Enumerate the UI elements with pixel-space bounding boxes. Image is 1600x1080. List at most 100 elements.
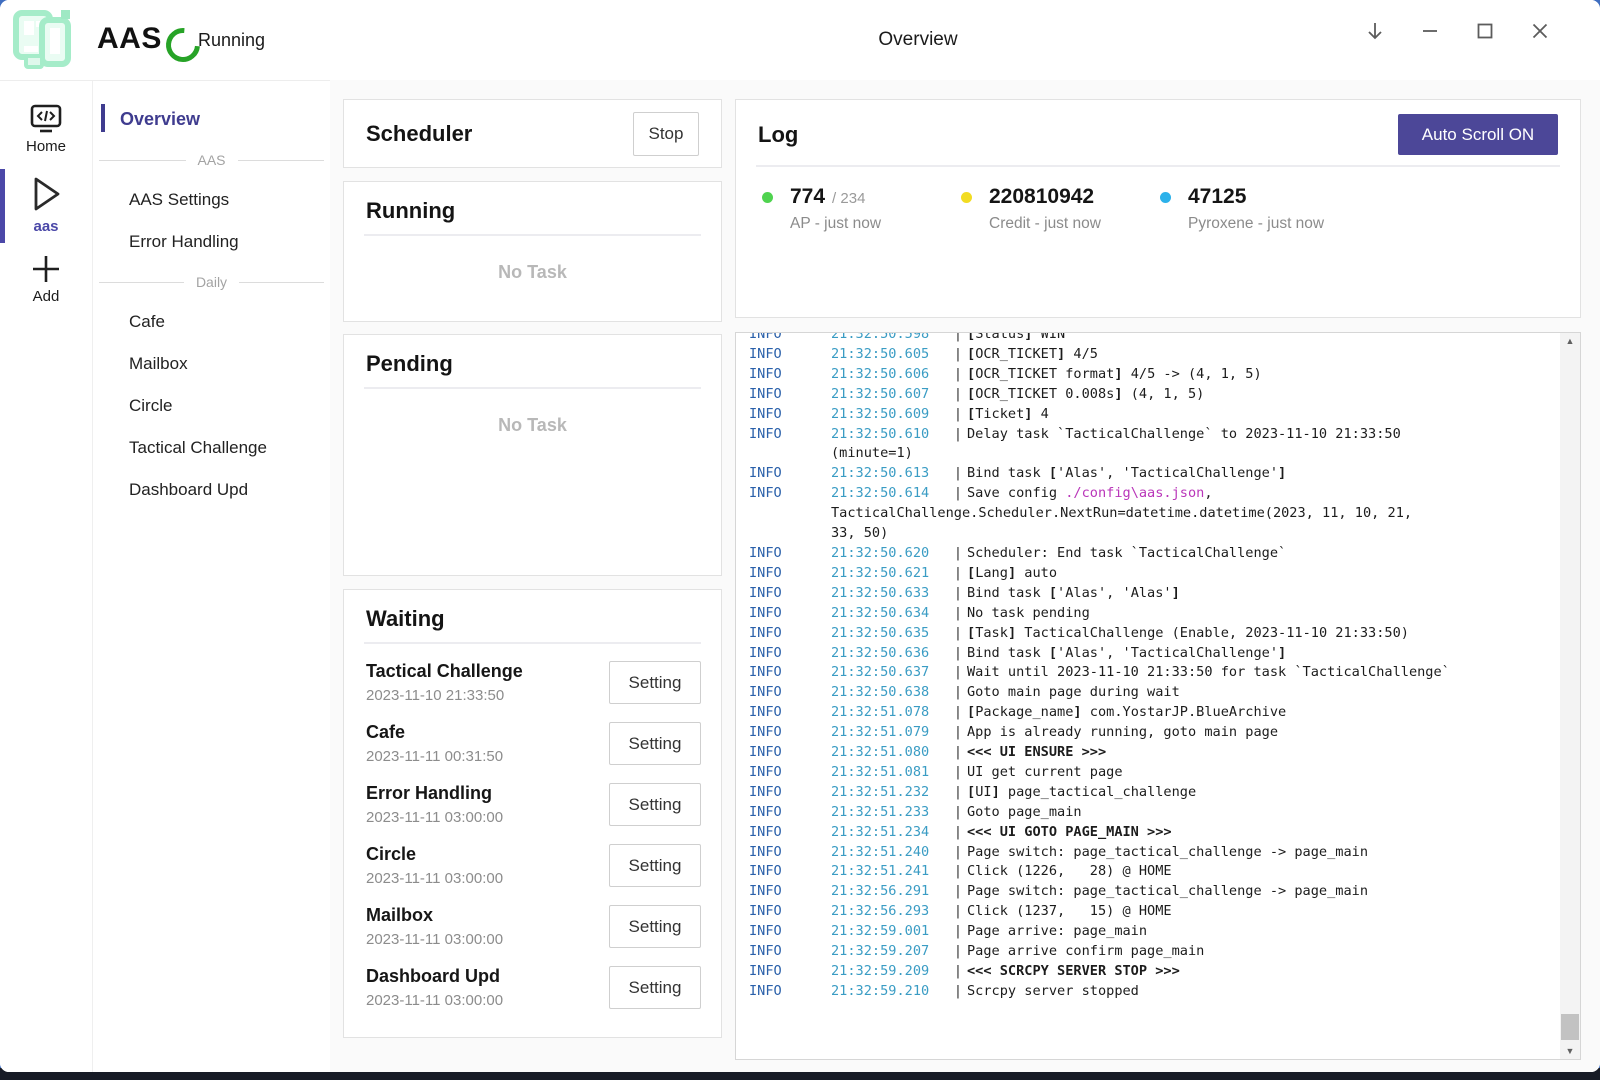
- log-line: INFO21:32:51.241|Click (1226, 28) @ HOME: [736, 862, 1560, 882]
- scheduler-status: Running: [198, 30, 265, 51]
- log-scrollbar[interactable]: ▲ ▼: [1560, 333, 1580, 1059]
- log-line: INFO21:32:50.614|Save config ./config\aa…: [736, 484, 1560, 504]
- nav-section-divider: Daily: [93, 263, 330, 301]
- rail-item-add[interactable]: Add: [0, 253, 92, 305]
- log-line: INFO21:32:51.081|UI get current page: [736, 763, 1560, 783]
- waiting-task-name: Cafe: [366, 722, 503, 743]
- stat-label: Credit - just now: [989, 215, 1101, 233]
- log-line: INFO21:32:59.210|Scrcpy server stopped: [736, 982, 1560, 1002]
- log-line: INFO21:32:51.240|Page switch: page_tacti…: [736, 843, 1560, 863]
- waiting-task-next-run: 2023-11-11 03:00:00: [366, 992, 503, 1009]
- task-setting-button[interactable]: Setting: [609, 722, 701, 765]
- scroll-up-icon[interactable]: ▲: [1560, 333, 1580, 349]
- app-logo-icon: [12, 8, 78, 70]
- running-card: Running No Task: [343, 181, 722, 322]
- resource-stat: 220810942 Credit - just now: [961, 185, 1160, 233]
- log-line: INFO21:32:59.209|<<< SCRCPY SERVER STOP …: [736, 962, 1560, 982]
- rail-add-label: Add: [0, 288, 92, 305]
- waiting-task-info: Circle2023-11-11 03:00:00: [366, 844, 503, 887]
- log-line: INFO21:32:50.610|Delay task `TacticalCha…: [736, 425, 1560, 445]
- stat-value: 47125: [1188, 185, 1246, 209]
- waiting-task-info: Tactical Challenge 2023-11-10 21:33:50: [366, 661, 523, 704]
- scheduler-title: Scheduler: [366, 121, 472, 147]
- log-line: INFO21:32:50.609|[Ticket] 4: [736, 405, 1560, 425]
- log-line: INFO21:32:50.613|Bind task ['Alas', 'Tac…: [736, 464, 1560, 484]
- nav-item-overview[interactable]: Overview: [93, 97, 330, 141]
- waiting-task-name: Mailbox: [366, 905, 503, 926]
- log-line: INFO21:32:50.637|Wait until 2023-11-10 2…: [736, 663, 1560, 683]
- task-setting-button[interactable]: Setting: [609, 783, 701, 826]
- app-name: AAS: [97, 22, 162, 56]
- waiting-task-next-run: 2023-11-11 03:00:00: [366, 870, 503, 887]
- stat-suffix: / 234: [832, 190, 865, 207]
- log-line: INFO21:32:51.234|<<< UI GOTO PAGE_MAIN >…: [736, 823, 1560, 843]
- scroll-down-icon[interactable]: ▼: [1560, 1043, 1580, 1059]
- resource-stat: 47125 Pyroxene - just now: [1160, 185, 1359, 233]
- resource-stat: 774 / 234 AP - just now: [762, 185, 961, 233]
- nav-item-tactical-challenge[interactable]: Tactical Challenge: [93, 427, 330, 469]
- scrollbar-thumb[interactable]: [1561, 1014, 1579, 1040]
- log-line: INFO21:32:51.233|Goto page_main: [736, 803, 1560, 823]
- pending-empty-text: No Task: [344, 415, 721, 436]
- page-title: Overview: [878, 29, 957, 51]
- task-setting-button[interactable]: Setting: [609, 905, 701, 948]
- running-empty-text: No Task: [344, 262, 721, 283]
- log-output: INFO21:32:50.598|[Status] WININFO21:32:5…: [736, 333, 1560, 1059]
- divider: [364, 387, 701, 389]
- waiting-task-info: Error Handling 2023-11-11 03:00:00: [366, 783, 503, 826]
- titlebar: AAS Running Overview: [0, 0, 1600, 81]
- rail-home-label: Home: [0, 138, 92, 155]
- waiting-task-name: Error Handling: [366, 783, 503, 804]
- task-setting-button[interactable]: Setting: [609, 661, 701, 704]
- log-line: INFO21:32:50.636|Bind task ['Alas', 'Tac…: [736, 644, 1560, 664]
- divider: [364, 234, 701, 236]
- waiting-task-row: Dashboard Upd2023-11-11 03:00:00Setting: [348, 957, 701, 1018]
- stat-value: 220810942: [989, 185, 1094, 209]
- log-line: INFO21:32:51.079|App is already running,…: [736, 723, 1560, 743]
- pending-title: Pending: [344, 335, 721, 377]
- waiting-task-name: Tactical Challenge: [366, 661, 523, 682]
- log-line: INFO21:32:51.232|[UI] page_tactical_chal…: [736, 783, 1560, 803]
- log-line: INFO21:32:50.607|[OCR_TICKET 0.008s] (4,…: [736, 385, 1560, 405]
- nav-item-mailbox[interactable]: Mailbox: [93, 343, 330, 385]
- nav-item-error-handling[interactable]: Error Handling: [93, 221, 330, 263]
- nav-item-cafe[interactable]: Cafe: [93, 301, 330, 343]
- waiting-title: Waiting: [344, 590, 721, 632]
- waiting-task-next-run: 2023-11-11 00:31:50: [366, 748, 503, 765]
- waiting-task-next-run: 2023-11-11 03:00:00: [366, 931, 503, 948]
- autoscroll-toggle-button[interactable]: Auto Scroll ON: [1398, 114, 1558, 155]
- waiting-task-row: Circle2023-11-11 03:00:00 Setting: [348, 835, 701, 896]
- task-setting-button[interactable]: Setting: [609, 844, 701, 887]
- close-button[interactable]: [1523, 14, 1557, 48]
- waiting-task-next-run: 2023-11-10 21:33:50: [366, 687, 523, 704]
- log-line: INFO21:32:50.621|[Lang] auto: [736, 564, 1560, 584]
- rail-item-aas[interactable]: aas: [0, 173, 92, 235]
- waiting-card: Waiting Tactical Challenge 2023-11-10 21:…: [343, 589, 722, 1038]
- task-nav: OverviewAASAAS SettingsError HandlingDai…: [93, 81, 330, 1072]
- log-line: (minute=1): [736, 444, 1560, 464]
- icon-rail: Home aas Add: [0, 81, 93, 1072]
- waiting-task-info: Mailbox 2023-11-11 03:00:00: [366, 905, 503, 948]
- stat-dot-icon: [1160, 192, 1171, 203]
- nav-item-circle[interactable]: Circle: [93, 385, 330, 427]
- maximize-button[interactable]: [1468, 14, 1502, 48]
- log-line: INFO21:32:50.635|[Task] TacticalChalleng…: [736, 624, 1560, 644]
- nav-item-dashboard-upd[interactable]: Dashboard Upd: [93, 469, 330, 511]
- log-title: Log: [758, 122, 798, 148]
- stat-value: 774: [790, 185, 825, 209]
- waiting-task-row: Tactical Challenge 2023-11-10 21:33:50 Set…: [348, 652, 701, 713]
- scheduler-stop-button[interactable]: Stop: [633, 112, 699, 156]
- update-button[interactable]: [1358, 14, 1392, 48]
- app-window: AAS Running Overview Home: [0, 0, 1600, 1072]
- log-line: INFO21:32:50.606|[OCR_TICKET format] 4/5…: [736, 365, 1560, 385]
- task-setting-button[interactable]: Setting: [609, 966, 701, 1009]
- rail-item-home[interactable]: Home: [0, 103, 92, 155]
- minimize-button[interactable]: [1413, 14, 1447, 48]
- stat-label: AP - just now: [790, 215, 881, 233]
- waiting-task-next-run: 2023-11-11 03:00:00: [366, 809, 503, 826]
- nav-item-aas-settings[interactable]: AAS Settings: [93, 179, 330, 221]
- log-card: Log Auto Scroll ON 774 / 234 AP - just now…: [735, 99, 1581, 318]
- stat-label: Pyroxene - just now: [1188, 215, 1324, 233]
- resource-stats: 774 / 234 AP - just now 220810942 Credit - j…: [736, 167, 1580, 233]
- rail-aas-label: aas: [0, 218, 92, 235]
